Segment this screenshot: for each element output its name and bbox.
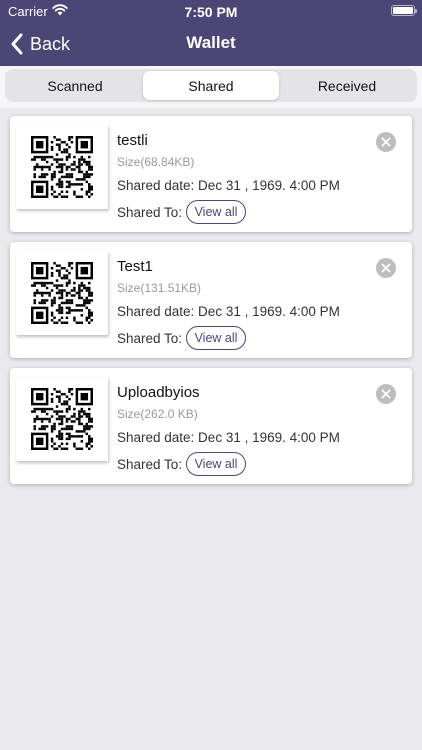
qr-code-icon bbox=[31, 262, 93, 324]
status-bar: Carrier 7:50 PM bbox=[0, 0, 422, 22]
battery-icon bbox=[391, 5, 417, 16]
item-shared-date: Shared date: Dec 31 , 1969. 4:00 PM bbox=[117, 430, 340, 445]
close-icon bbox=[381, 137, 391, 147]
qr-code-icon bbox=[31, 388, 93, 450]
shared-to-label: Shared To: bbox=[117, 457, 183, 472]
page-title: Wallet bbox=[186, 33, 236, 52]
status-time: 7:50 PM bbox=[184, 4, 238, 20]
close-icon bbox=[381, 263, 391, 273]
item-shared-date: Shared date: Dec 31 , 1969. 4:00 PM bbox=[117, 304, 340, 319]
shared-to-label: Shared To: bbox=[117, 331, 183, 346]
header: Carrier 7:50 PM Back Wallet bbox=[0, 0, 422, 66]
remove-button[interactable] bbox=[376, 132, 396, 152]
view-all-button[interactable]: View all bbox=[186, 200, 246, 224]
tab-scanned[interactable]: Scanned bbox=[7, 71, 143, 100]
item-size: Size(68.84KB) bbox=[117, 155, 195, 169]
remove-button[interactable] bbox=[376, 384, 396, 404]
qr-thumbnail[interactable] bbox=[16, 125, 108, 209]
qr-thumbnail[interactable] bbox=[16, 377, 108, 461]
qr-code-icon bbox=[31, 136, 93, 198]
item-name: Uploadbyios bbox=[117, 384, 200, 401]
remove-button[interactable] bbox=[376, 258, 396, 278]
item-size: Size(262.0 KB) bbox=[117, 407, 198, 421]
wallet-list: testli Size(68.84KB) Shared date: Dec 31… bbox=[10, 116, 412, 494]
list-item[interactable]: testli Size(68.84KB) Shared date: Dec 31… bbox=[10, 116, 412, 232]
item-size: Size(131.51KB) bbox=[117, 281, 202, 295]
qr-thumbnail[interactable] bbox=[16, 251, 108, 335]
segmented-control: Scanned Shared Received bbox=[5, 69, 417, 102]
item-name: testli bbox=[117, 132, 148, 149]
list-item[interactable]: Uploadbyios Size(262.0 KB) Shared date: … bbox=[10, 368, 412, 484]
shared-to-label: Shared To: bbox=[117, 205, 183, 220]
tab-shared[interactable]: Shared bbox=[143, 71, 279, 100]
list-item[interactable]: Test1 Size(131.51KB) Shared date: Dec 31… bbox=[10, 242, 412, 358]
item-shared-date: Shared date: Dec 31 , 1969. 4:00 PM bbox=[117, 178, 340, 193]
close-icon bbox=[381, 389, 391, 399]
view-all-button[interactable]: View all bbox=[186, 326, 246, 350]
tab-bar: Scanned Shared Received bbox=[0, 66, 422, 108]
item-name: Test1 bbox=[117, 258, 153, 275]
tab-received[interactable]: Received bbox=[279, 71, 415, 100]
view-all-button[interactable]: View all bbox=[186, 452, 246, 476]
